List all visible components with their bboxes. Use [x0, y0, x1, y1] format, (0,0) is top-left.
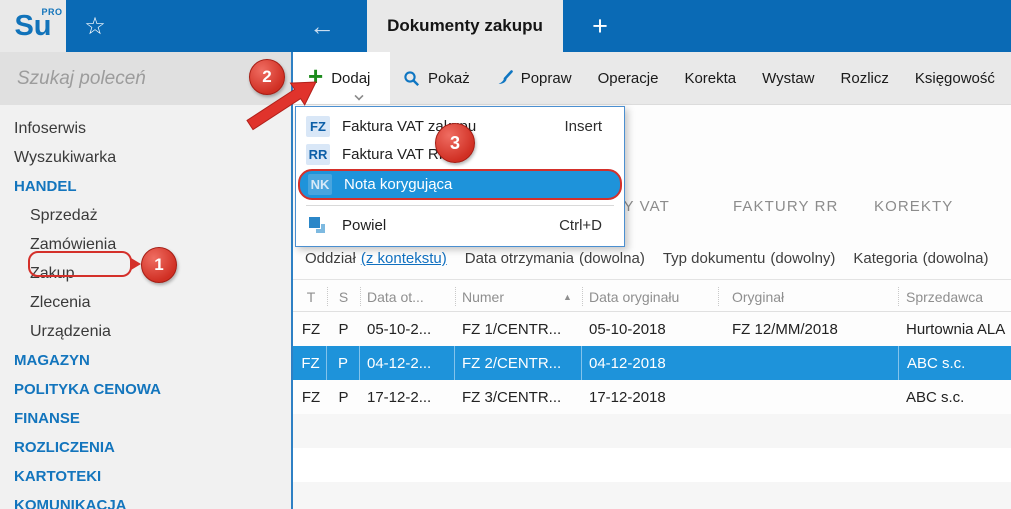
column-header-data-oryginalu[interactable]: Data oryginału: [582, 281, 718, 312]
nk-document-badge: NK: [308, 174, 332, 195]
empty-row-stripe: [293, 482, 1011, 509]
table-row[interactable]: FZ P 05-10-2... FZ 1/CENTR... 05-10-2018…: [293, 312, 1011, 346]
settle-button[interactable]: Rozlicz: [828, 52, 902, 104]
menu-separator: [306, 205, 614, 206]
filter-data-otrzymania[interactable]: Data otrzymania (dowolna): [465, 250, 645, 267]
add-button[interactable]: + Dodaj: [293, 52, 390, 104]
column-separator: [898, 287, 899, 306]
menu-item-powiel[interactable]: Powiel Ctrl+D: [296, 211, 624, 239]
sidebar-item-urzadzenia[interactable]: Urządzenia: [0, 317, 291, 346]
favorites-star-icon[interactable]: ☆: [66, 0, 124, 52]
column-header-t[interactable]: T: [295, 281, 327, 312]
sidebar-section-handel[interactable]: HANDEL: [0, 172, 291, 201]
edit-button[interactable]: Popraw: [483, 52, 585, 104]
show-button[interactable]: Pokaż: [390, 52, 483, 104]
correction-button[interactable]: Korekta: [671, 52, 749, 104]
column-separator: [327, 287, 328, 306]
duplicate-icon: [308, 216, 326, 234]
column-header-s[interactable]: S: [327, 281, 360, 312]
sidebar-item-zakup[interactable]: Zakup: [0, 259, 291, 288]
search-input[interactable]: [0, 52, 291, 105]
filter-oddzial-value-link[interactable]: (z kontekstu): [361, 250, 447, 267]
app-window: SuPRO ☆ ← Dokumenty zakupu + Infoserwis …: [0, 0, 1011, 509]
column-header-sprzedawca[interactable]: Sprzedawca: [898, 281, 1011, 312]
sidebar-item-sprzedaz[interactable]: Sprzedaż: [0, 201, 291, 230]
empty-row-stripe: [293, 448, 1011, 482]
issue-button[interactable]: Wystaw: [749, 52, 827, 104]
menu-item-faktura-vat-zakupu[interactable]: FZ Faktura VAT zakupu Insert: [296, 112, 624, 140]
fz-document-badge: FZ: [306, 115, 330, 137]
filter-kategoria[interactable]: Kategoria (dowolna): [853, 250, 988, 267]
app-logo: Su PRO: [0, 0, 66, 52]
sidebar-nav: Infoserwis Wyszukiwarka HANDEL Sprzedaż …: [0, 105, 291, 509]
column-header-oryginal[interactable]: Oryginał: [718, 281, 898, 312]
column-separator: [360, 287, 361, 306]
column-separator: [718, 287, 719, 306]
sort-ascending-icon: ▲: [563, 292, 572, 302]
plus-icon: +: [308, 61, 324, 91]
shortcut-ctrl-d: Ctrl+D: [559, 216, 602, 234]
sidebar-section-polityka-cenowa[interactable]: POLITYKA CENOWA: [0, 375, 291, 404]
table-header: T S Data ot... Numer ▲ Data oryginału Or…: [293, 281, 1011, 312]
menu-item-faktura-vat-rr[interactable]: RR Faktura VAT RR: [296, 140, 624, 168]
tab-dokumenty-zakupu[interactable]: Dokumenty zakupu: [367, 0, 563, 52]
sidebar-section-komunikacja[interactable]: KOMUNIKACJA: [0, 491, 291, 509]
view-tab-faktury-rr[interactable]: FAKTURY RR: [733, 198, 838, 215]
sidebar-section-magazyn[interactable]: MAGAZYN: [0, 346, 291, 375]
view-tab-korekty[interactable]: KOREKTY: [874, 198, 953, 215]
command-search-box[interactable]: [0, 52, 291, 105]
sidebar: Infoserwis Wyszukiwarka HANDEL Sprzedaż …: [0, 52, 291, 509]
sidebar-section-kartoteki[interactable]: KARTOTEKI: [0, 462, 291, 491]
filter-oddzial[interactable]: Oddział (z kontekstu): [305, 250, 447, 267]
shortcut-insert: Insert: [564, 117, 602, 135]
back-arrow-icon[interactable]: ←: [296, 0, 348, 52]
new-tab-button[interactable]: +: [578, 0, 622, 52]
sidebar-item-wyszukiwarka[interactable]: Wyszukiwarka: [0, 143, 291, 172]
logo-pro-suffix: PRO: [41, 6, 63, 17]
column-separator: [582, 287, 583, 306]
sidebar-section-finanse[interactable]: FINANSE: [0, 404, 291, 433]
toolbar: + Dodaj Pokaż Popraw Operacje Korekta Wy…: [293, 52, 1011, 105]
sidebar-item-zlecenia[interactable]: Zlecenia: [0, 288, 291, 317]
logo-text: Su PRO: [14, 6, 63, 42]
table-row[interactable]: FZ P 17-12-2... FZ 3/CENTR... 17-12-2018…: [293, 380, 1011, 414]
top-bar: Su PRO ☆ ← Dokumenty zakupu +: [0, 0, 1011, 52]
sidebar-item-infoserwis[interactable]: Infoserwis: [0, 114, 291, 143]
accounting-button[interactable]: Księgowość: [902, 52, 1008, 104]
filter-typ-dokumentu[interactable]: Typ dokumentu (dowolny): [663, 250, 836, 267]
magnifier-icon: [404, 70, 420, 86]
sidebar-item-zamowienia[interactable]: Zamówienia: [0, 230, 291, 259]
sidebar-divider: [291, 52, 293, 509]
empty-row-stripe: [293, 414, 1011, 448]
menu-item-nota-korygujaca[interactable]: NK Nota korygująca: [298, 169, 622, 200]
column-separator: [455, 287, 456, 306]
brush-icon: [498, 69, 513, 84]
operations-button[interactable]: Operacje: [585, 52, 672, 104]
column-header-data-ot[interactable]: Data ot...: [360, 281, 455, 312]
table-row-selected[interactable]: FZ P 04-12-2... FZ 2/CENTR... 04-12-2018…: [293, 346, 1011, 380]
chevron-down-icon[interactable]: [355, 92, 363, 100]
rr-document-badge: RR: [306, 143, 330, 165]
sidebar-section-rozliczenia[interactable]: ROZLICZENIA: [0, 433, 291, 462]
add-dropdown-menu: FZ Faktura VAT zakupu Insert RR Faktura …: [295, 106, 625, 247]
